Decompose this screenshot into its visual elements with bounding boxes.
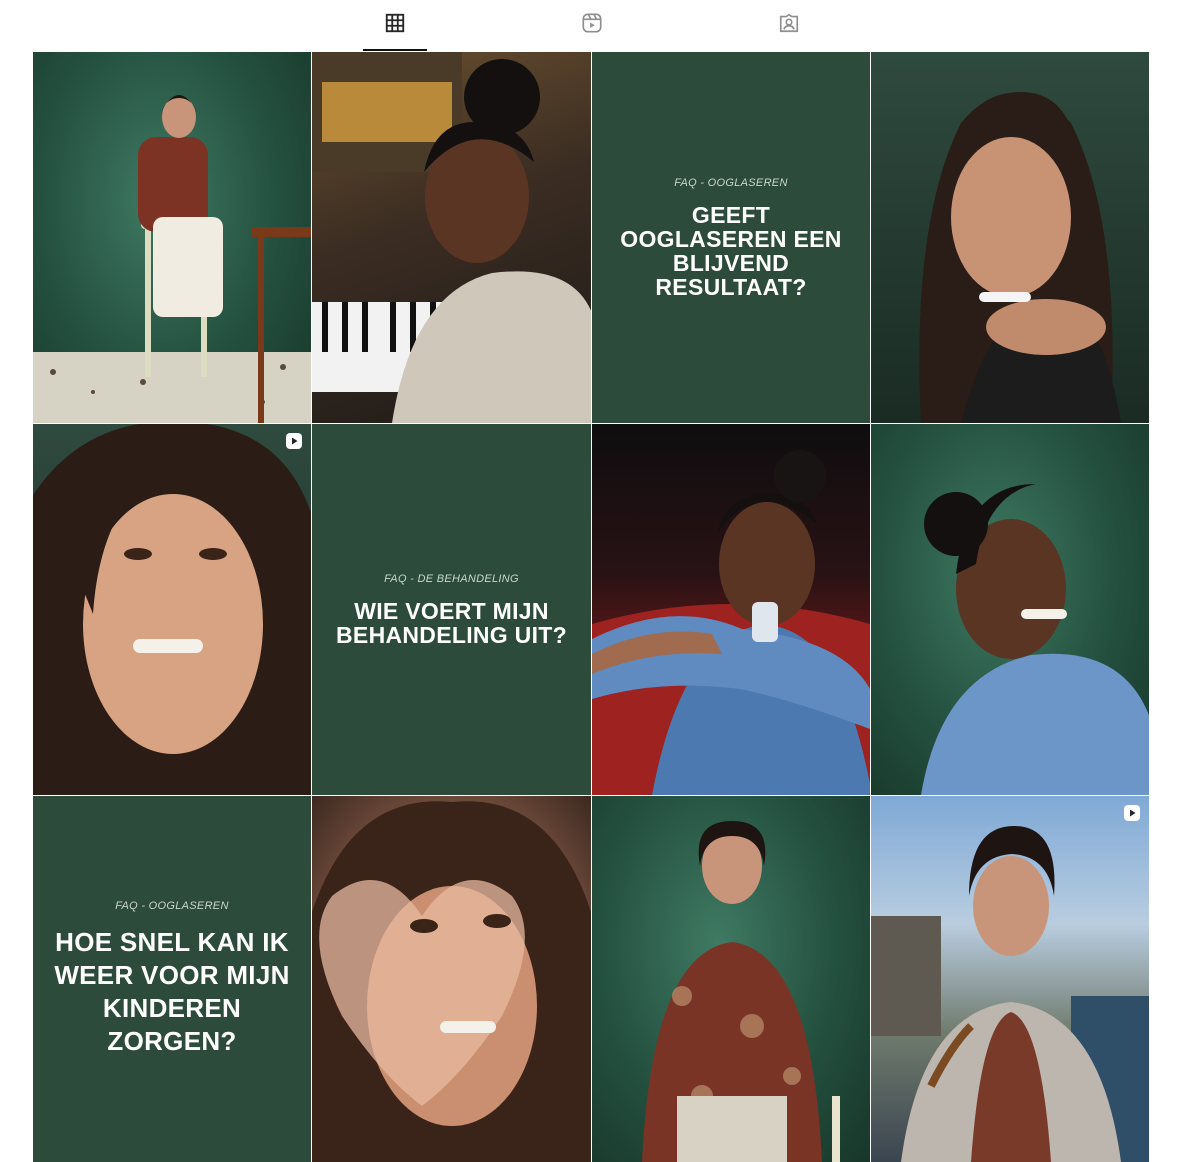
tagged-icon [778,12,800,39]
faq-question: HOE SNEL KAN IK WEER VOOR MIJN KINDEREN … [54,927,290,1056]
post-photo-7[interactable] [592,796,870,1162]
photo-image [919,92,1121,423]
post-photo-4[interactable] [592,424,870,795]
reels-icon [581,12,603,39]
photo-image [312,52,591,423]
reel-icon [285,432,303,450]
post-photo-1[interactable] [33,52,311,423]
photo-image [592,450,870,795]
post-photo-6[interactable] [312,796,591,1162]
post-photo-5[interactable] [871,424,1149,795]
photo-image [871,826,1149,1162]
photo-image [33,424,311,795]
post-faq-1[interactable]: FAQ - OOGLASEREN GEEFT OOGLASEREN EEN BL… [592,52,870,423]
post-reel-2[interactable] [871,796,1149,1162]
post-faq-2[interactable]: FAQ - DE BEHANDELING WIE VOERT MIJN BEHA… [312,424,591,795]
photo-image [33,95,311,423]
tab-posts[interactable] [363,0,427,51]
post-faq-3[interactable]: FAQ - OOGLASEREN HOE SNEL KAN IK WEER VO… [33,796,311,1162]
profile-tab-bar [0,0,1196,51]
photo-image [642,821,840,1162]
tab-reels[interactable] [560,0,624,51]
photo-image [921,484,1149,795]
grid-icon [384,12,406,39]
reel-icon [1123,804,1141,822]
post-photo-3[interactable] [871,52,1149,423]
post-reel-1[interactable] [33,424,311,795]
posts-grid: FAQ - OOGLASEREN GEEFT OOGLASEREN EEN BL… [33,52,1149,1162]
faq-label: FAQ - DE BEHANDELING [384,572,519,585]
post-photo-2[interactable] [312,52,591,423]
faq-label: FAQ - OOGLASEREN [115,900,229,912]
faq-question: GEEFT OOGLASEREN EEN BLIJVEND RESULTAAT? [620,201,842,300]
photo-image [312,801,591,1162]
tab-tagged[interactable] [757,0,821,51]
faq-label: FAQ - OOGLASEREN [674,176,788,189]
faq-question: WIE VOERT MIJN BEHANDELING UIT? [336,597,567,648]
